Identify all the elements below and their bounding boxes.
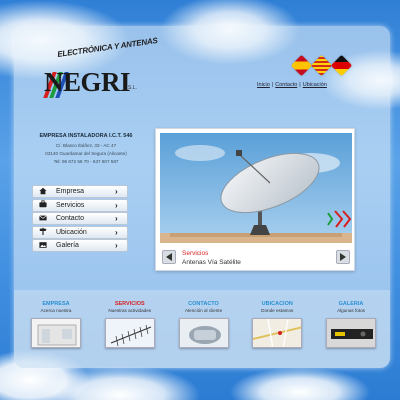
company-name: EMPRESA INSTALADORA I.C.T. 546 [39,133,133,139]
tile-title: UBICACION [261,301,293,307]
tile-title: SERVICIOS [114,301,145,307]
company-city: 03140 Guardamar del Segura (Alicante) [45,150,127,156]
menu-item-empresa[interactable]: Empresa › [32,185,128,198]
arrow-right-icon [340,253,346,261]
tile-thumbnail-storefront[interactable] [31,318,81,348]
slide-caption: Servicios Antenas Vía Satélite [182,250,241,266]
image-slider: Servicios Antenas Vía Satélite [155,128,355,271]
top-link-separator: | [271,82,274,88]
arrow-left-icon [166,253,172,261]
slide-title: Servicios [182,250,209,257]
tile-ubicacion[interactable]: UBICACION Donde estamos [247,301,307,348]
company-info: EMPRESA INSTALADORA I.C.T. 546 C/. Blasc… [36,133,136,165]
logo-name: NEGRI [44,67,131,97]
tile-thumbnail-equipment[interactable] [326,318,376,348]
menu-item-servicios[interactable]: Servicios › [32,198,128,212]
menu-item-label: Galería [56,242,79,249]
menu-item-label: Servicios [56,201,85,209]
tile-subtitle: Algunas fotos [337,308,365,313]
tile-contacto[interactable]: CONTACTO Atención al cliente [174,301,234,348]
tile-subtitle: Nuestras actividades [108,308,152,313]
feature-tiles: EMPRESA Acerca nuestra SERVICIOS Nuestra… [26,301,381,348]
slide-subtitle: Antenas Vía Satélite [182,259,241,266]
chevron-right-icon: › [115,214,118,223]
menu-item-label: Empresa [56,188,85,195]
company-phone: Tel: 96 672 59 70 - 637 807 587 [53,158,119,164]
menu-item-ubicacion[interactable]: Ubicación › [32,225,128,239]
menu-item-label: Ubicación [56,228,87,236]
tile-empresa[interactable]: EMPRESA Acerca nuestra [26,301,86,348]
house-icon [36,187,50,197]
flag-valencia-icon[interactable] [310,54,333,77]
slider-next-button[interactable] [336,250,350,264]
flag-spain-icon[interactable] [290,54,313,77]
briefcase-icon [36,200,50,210]
company-address: C/. Blasco Ibáñez, 33 - AC 47 [55,143,117,148]
tile-thumbnail-phone[interactable] [178,318,229,348]
tile-subtitle: Atención al cliente [184,308,223,313]
company-logo[interactable]: ELECTRÓNICA Y ANTENAS NEGRI S.L. [18,36,158,100]
envelope-icon [36,214,50,224]
slider-prev-button[interactable] [162,250,176,264]
top-link-separator: | [299,82,301,88]
menu-item-galeria[interactable]: Galería › [32,239,128,252]
tile-subtitle: Acerca nuestra [40,308,72,313]
photo-icon [36,241,50,251]
tile-thumbnail-map[interactable] [252,318,303,348]
tile-title: CONTACTO [188,301,219,307]
logo-suffix: S.L. [128,85,137,91]
tile-title: GALERIA [338,301,364,307]
flag-germany-icon[interactable] [330,54,353,77]
chevron-right-icon: › [115,200,118,210]
signpost-icon [36,227,50,237]
menu-item-label: Contacto [56,215,85,222]
tile-subtitle: Donde estamos [261,308,294,313]
side-menu: Empresa › Servicios › Contacto › Ubicaci… [32,185,128,253]
chevron-right-icon: › [115,187,118,196]
tile-servicios[interactable]: SERVICIOS Nuestras actividades [100,301,160,348]
tile-thumbnail-antenna[interactable] [104,318,155,348]
top-link-ubicacion[interactable]: Ubicación [303,82,327,88]
chevron-right-icon: › [115,241,118,250]
tile-title: EMPRESA [42,301,70,307]
top-link-contacto[interactable]: Contacto [275,82,297,88]
slide-image-satellite-dish [160,133,352,243]
top-nav: Inicio | Contacto | Ubicación [257,82,327,88]
top-link-inicio[interactable]: Inicio [257,82,270,88]
tile-galeria[interactable]: GALERIA Algunas fotos [321,301,381,348]
language-flags [290,54,353,77]
menu-item-contacto[interactable]: Contacto › [32,212,128,225]
chevron-right-icon: › [115,227,118,237]
